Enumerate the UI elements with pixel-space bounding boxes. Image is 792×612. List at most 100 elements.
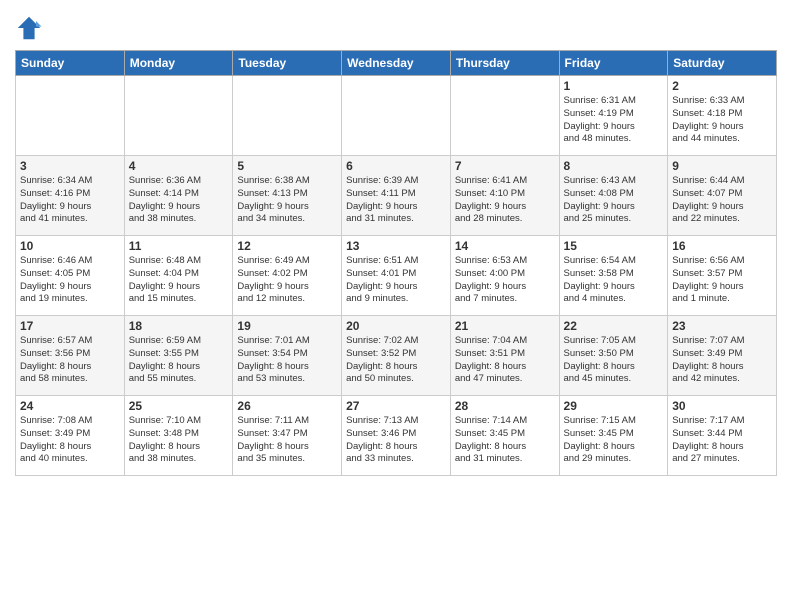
calendar-cell: 8 Sunrise: 6:43 AM Sunset: 4:08 PM Daylig… bbox=[559, 156, 668, 236]
day-number: 5 bbox=[237, 159, 337, 173]
day-info: Sunrise: 6:59 AM Sunset: 3:55 PM Dayligh… bbox=[129, 335, 229, 386]
day-info: Sunrise: 6:41 AM Sunset: 4:10 PM Dayligh… bbox=[455, 175, 555, 226]
logo-icon bbox=[15, 14, 43, 42]
week-row-3: 10 Sunrise: 6:46 AM Sunset: 4:05 PM Dayli… bbox=[16, 236, 777, 316]
day-info: Sunrise: 6:49 AM Sunset: 4:02 PM Dayligh… bbox=[237, 255, 337, 306]
calendar-cell bbox=[124, 76, 233, 156]
day-info: Sunrise: 7:14 AM Sunset: 3:45 PM Dayligh… bbox=[455, 415, 555, 466]
day-info: Sunrise: 7:07 AM Sunset: 3:49 PM Dayligh… bbox=[672, 335, 772, 386]
day-info: Sunrise: 6:56 AM Sunset: 3:57 PM Dayligh… bbox=[672, 255, 772, 306]
calendar-cell bbox=[450, 76, 559, 156]
day-number: 17 bbox=[20, 319, 120, 333]
day-number: 26 bbox=[237, 399, 337, 413]
day-number: 4 bbox=[129, 159, 229, 173]
day-info: Sunrise: 7:05 AM Sunset: 3:50 PM Dayligh… bbox=[564, 335, 664, 386]
day-number: 11 bbox=[129, 239, 229, 253]
logo bbox=[15, 14, 45, 42]
calendar-cell: 15 Sunrise: 6:54 AM Sunset: 3:58 PM Dayli… bbox=[559, 236, 668, 316]
day-info: Sunrise: 6:38 AM Sunset: 4:13 PM Dayligh… bbox=[237, 175, 337, 226]
day-info: Sunrise: 6:51 AM Sunset: 4:01 PM Dayligh… bbox=[346, 255, 446, 306]
week-row-5: 24 Sunrise: 7:08 AM Sunset: 3:49 PM Dayli… bbox=[16, 396, 777, 476]
day-number: 13 bbox=[346, 239, 446, 253]
calendar-cell: 26 Sunrise: 7:11 AM Sunset: 3:47 PM Dayli… bbox=[233, 396, 342, 476]
day-number: 6 bbox=[346, 159, 446, 173]
day-info: Sunrise: 7:08 AM Sunset: 3:49 PM Dayligh… bbox=[20, 415, 120, 466]
day-info: Sunrise: 7:02 AM Sunset: 3:52 PM Dayligh… bbox=[346, 335, 446, 386]
week-row-4: 17 Sunrise: 6:57 AM Sunset: 3:56 PM Dayli… bbox=[16, 316, 777, 396]
col-header-monday: Monday bbox=[124, 51, 233, 76]
col-header-thursday: Thursday bbox=[450, 51, 559, 76]
day-number: 15 bbox=[564, 239, 664, 253]
day-info: Sunrise: 6:44 AM Sunset: 4:07 PM Dayligh… bbox=[672, 175, 772, 226]
day-info: Sunrise: 6:39 AM Sunset: 4:11 PM Dayligh… bbox=[346, 175, 446, 226]
col-header-wednesday: Wednesday bbox=[342, 51, 451, 76]
calendar-cell: 10 Sunrise: 6:46 AM Sunset: 4:05 PM Dayli… bbox=[16, 236, 125, 316]
calendar-cell: 6 Sunrise: 6:39 AM Sunset: 4:11 PM Daylig… bbox=[342, 156, 451, 236]
calendar-cell: 14 Sunrise: 6:53 AM Sunset: 4:00 PM Dayli… bbox=[450, 236, 559, 316]
calendar-cell: 27 Sunrise: 7:13 AM Sunset: 3:46 PM Dayli… bbox=[342, 396, 451, 476]
day-info: Sunrise: 6:53 AM Sunset: 4:00 PM Dayligh… bbox=[455, 255, 555, 306]
day-info: Sunrise: 6:43 AM Sunset: 4:08 PM Dayligh… bbox=[564, 175, 664, 226]
page: SundayMondayTuesdayWednesdayThursdayFrid… bbox=[0, 0, 792, 612]
day-number: 1 bbox=[564, 79, 664, 93]
day-info: Sunrise: 7:11 AM Sunset: 3:47 PM Dayligh… bbox=[237, 415, 337, 466]
day-info: Sunrise: 7:17 AM Sunset: 3:44 PM Dayligh… bbox=[672, 415, 772, 466]
calendar-cell: 28 Sunrise: 7:14 AM Sunset: 3:45 PM Dayli… bbox=[450, 396, 559, 476]
day-info: Sunrise: 6:48 AM Sunset: 4:04 PM Dayligh… bbox=[129, 255, 229, 306]
day-info: Sunrise: 6:34 AM Sunset: 4:16 PM Dayligh… bbox=[20, 175, 120, 226]
col-header-tuesday: Tuesday bbox=[233, 51, 342, 76]
day-info: Sunrise: 6:54 AM Sunset: 3:58 PM Dayligh… bbox=[564, 255, 664, 306]
day-number: 10 bbox=[20, 239, 120, 253]
calendar-cell: 5 Sunrise: 6:38 AM Sunset: 4:13 PM Daylig… bbox=[233, 156, 342, 236]
calendar-cell: 11 Sunrise: 6:48 AM Sunset: 4:04 PM Dayli… bbox=[124, 236, 233, 316]
header-row: SundayMondayTuesdayWednesdayThursdayFrid… bbox=[16, 51, 777, 76]
day-number: 14 bbox=[455, 239, 555, 253]
calendar-cell: 3 Sunrise: 6:34 AM Sunset: 4:16 PM Daylig… bbox=[16, 156, 125, 236]
week-row-2: 3 Sunrise: 6:34 AM Sunset: 4:16 PM Daylig… bbox=[16, 156, 777, 236]
day-info: Sunrise: 7:04 AM Sunset: 3:51 PM Dayligh… bbox=[455, 335, 555, 386]
week-row-1: 1Sunrise: 6:31 AM Sunset: 4:19 PM Daylig… bbox=[16, 76, 777, 156]
day-number: 12 bbox=[237, 239, 337, 253]
day-number: 2 bbox=[672, 79, 772, 93]
calendar-cell: 4Sunrise: 6:36 AM Sunset: 4:14 PM Daylig… bbox=[124, 156, 233, 236]
day-info: Sunrise: 6:57 AM Sunset: 3:56 PM Dayligh… bbox=[20, 335, 120, 386]
col-header-sunday: Sunday bbox=[16, 51, 125, 76]
day-number: 18 bbox=[129, 319, 229, 333]
col-header-saturday: Saturday bbox=[668, 51, 777, 76]
calendar-cell: 17 Sunrise: 6:57 AM Sunset: 3:56 PM Dayli… bbox=[16, 316, 125, 396]
calendar-cell: 29Sunrise: 7:15 AM Sunset: 3:45 PM Dayli… bbox=[559, 396, 668, 476]
day-number: 23 bbox=[672, 319, 772, 333]
calendar-cell: 16 Sunrise: 6:56 AM Sunset: 3:57 PM Dayli… bbox=[668, 236, 777, 316]
day-number: 30 bbox=[672, 399, 772, 413]
day-number: 3 bbox=[20, 159, 120, 173]
day-number: 21 bbox=[455, 319, 555, 333]
day-info: Sunrise: 7:15 AM Sunset: 3:45 PM Dayligh… bbox=[564, 415, 664, 466]
calendar-cell: 1Sunrise: 6:31 AM Sunset: 4:19 PM Daylig… bbox=[559, 76, 668, 156]
day-number: 24 bbox=[20, 399, 120, 413]
day-number: 28 bbox=[455, 399, 555, 413]
day-number: 22 bbox=[564, 319, 664, 333]
day-info: Sunrise: 6:46 AM Sunset: 4:05 PM Dayligh… bbox=[20, 255, 120, 306]
calendar-cell: 12 Sunrise: 6:49 AM Sunset: 4:02 PM Dayli… bbox=[233, 236, 342, 316]
calendar-cell: 23 Sunrise: 7:07 AM Sunset: 3:49 PM Dayli… bbox=[668, 316, 777, 396]
calendar-cell: 2Sunrise: 6:33 AM Sunset: 4:18 PM Daylig… bbox=[668, 76, 777, 156]
day-number: 27 bbox=[346, 399, 446, 413]
calendar-cell: 18 Sunrise: 6:59 AM Sunset: 3:55 PM Dayli… bbox=[124, 316, 233, 396]
calendar-cell bbox=[16, 76, 125, 156]
day-number: 8 bbox=[564, 159, 664, 173]
day-number: 20 bbox=[346, 319, 446, 333]
calendar-cell: 13 Sunrise: 6:51 AM Sunset: 4:01 PM Dayli… bbox=[342, 236, 451, 316]
calendar-cell: 24 Sunrise: 7:08 AM Sunset: 3:49 PM Dayli… bbox=[16, 396, 125, 476]
calendar-cell: 25Sunrise: 7:10 AM Sunset: 3:48 PM Dayli… bbox=[124, 396, 233, 476]
calendar-cell bbox=[233, 76, 342, 156]
day-number: 25 bbox=[129, 399, 229, 413]
calendar-cell: 21 Sunrise: 7:04 AM Sunset: 3:51 PM Dayli… bbox=[450, 316, 559, 396]
day-number: 7 bbox=[455, 159, 555, 173]
calendar-table: SundayMondayTuesdayWednesdayThursdayFrid… bbox=[15, 50, 777, 476]
calendar-cell: 22 Sunrise: 7:05 AM Sunset: 3:50 PM Dayli… bbox=[559, 316, 668, 396]
day-info: Sunrise: 7:13 AM Sunset: 3:46 PM Dayligh… bbox=[346, 415, 446, 466]
day-number: 16 bbox=[672, 239, 772, 253]
col-header-friday: Friday bbox=[559, 51, 668, 76]
calendar-cell bbox=[342, 76, 451, 156]
calendar-cell: 9Sunrise: 6:44 AM Sunset: 4:07 PM Daylig… bbox=[668, 156, 777, 236]
